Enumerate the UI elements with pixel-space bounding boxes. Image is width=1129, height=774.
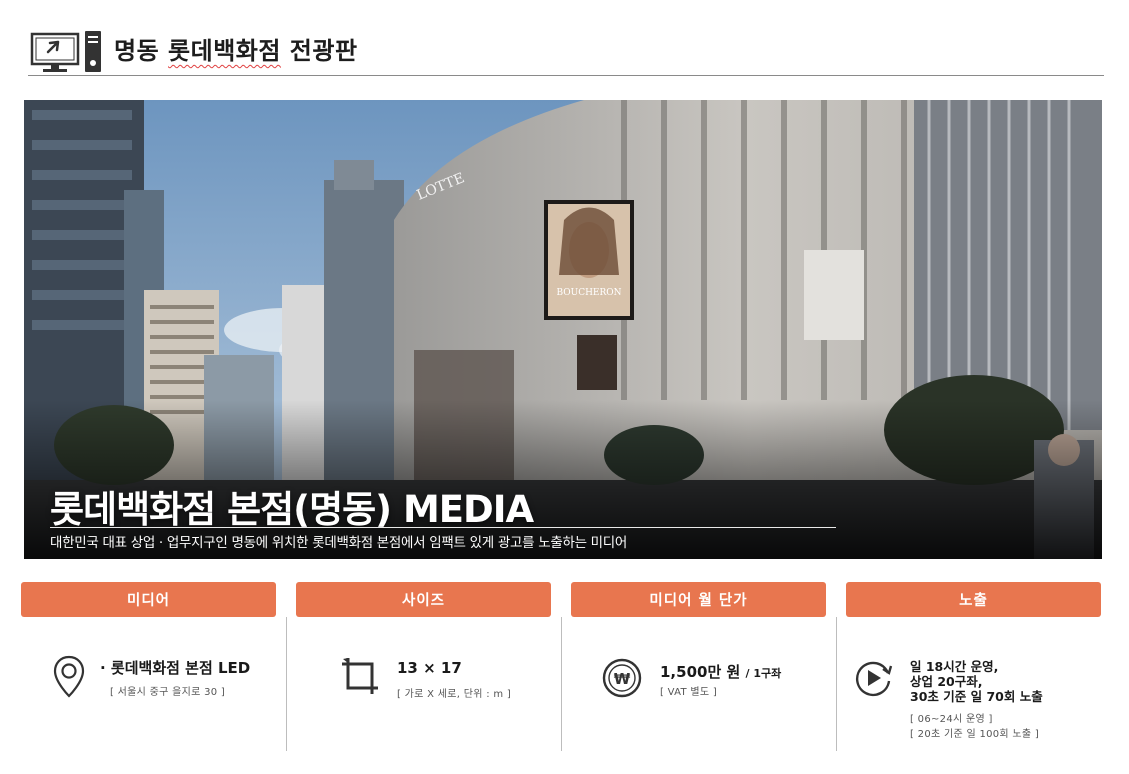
- col-size-header: 사이즈: [296, 582, 551, 617]
- exposure-notes: [ 06~24시 운영 ] [ 20초 기준 일 100회 노출 ]: [910, 712, 1039, 742]
- exposure-note-count: [ 20초 기준 일 100회 노출 ]: [910, 729, 1040, 740]
- hero-divider: [50, 527, 836, 528]
- column-divider: [561, 617, 562, 751]
- hero-title: 롯데백화점 본점(명동) MEDIA: [50, 488, 534, 531]
- price-value: 1,500만 원 / 1구좌: [660, 661, 781, 682]
- exposure-line-count: 30초 기준 일 70회 노출: [910, 689, 1043, 704]
- exposure-info: 일 18시간 운영, 상업 20구좌, 30초 기준 일 70회 노출: [910, 659, 1043, 704]
- resize-icon: [342, 658, 378, 694]
- monitor-computer-icon: [30, 31, 101, 72]
- title-word-billboard: 전광판: [289, 37, 358, 65]
- size-value: 13 × 17: [397, 659, 462, 677]
- media-address: [ 서울시 중구 을지로 30 ]: [110, 687, 226, 698]
- column-divider: [286, 617, 287, 751]
- vat-note: [ VAT 별도 ]: [660, 687, 718, 698]
- col-media-header: 미디어: [21, 582, 276, 617]
- won-coin-icon: ₩: [602, 658, 642, 698]
- title-word-lotte: 롯데백화점: [168, 37, 281, 65]
- svg-text:₩: ₩: [614, 670, 631, 688]
- play-cycle-icon: [855, 661, 893, 697]
- col-exposure: 노출: [846, 582, 1101, 617]
- col-price-header: 미디어 월 단가: [571, 582, 826, 617]
- exposure-line-slots: 상업 20구좌,: [910, 674, 983, 689]
- page-title: 명동 롯데백화점 전광판: [114, 31, 358, 66]
- size-unit-note: [ 가로 X 세로, 단위 : m ]: [397, 689, 512, 700]
- hero-subtitle: 대한민국 대표 상업 · 업무지구인 명동에 위치한 롯데백화점 본점에서 임팩…: [50, 535, 628, 551]
- brand-billboard-text: BOUCHERON: [556, 288, 621, 298]
- exposure-note-hours: [ 06~24시 운영 ]: [910, 714, 993, 725]
- hero-photo: LOTTE BOUCHERON 롯데백화점 본점(명동) MEDIA 대한민국 …: [24, 100, 1102, 559]
- col-price: 미디어 월 단가: [571, 582, 826, 617]
- col-size: 사이즈: [296, 582, 551, 617]
- column-divider: [836, 617, 837, 751]
- price-unit: / 1구좌: [745, 667, 782, 680]
- page-header: 명동 롯데백화점 전광판: [28, 22, 1104, 76]
- location-pin-icon: [53, 655, 85, 698]
- media-name: · 롯데백화점 본점 LED: [100, 659, 251, 677]
- col-exposure-header: 노출: [846, 582, 1101, 617]
- title-word-myeongdong: 명동: [114, 37, 160, 65]
- exposure-line-hours: 일 18시간 운영,: [910, 659, 999, 674]
- col-media: 미디어: [21, 582, 276, 617]
- price-amount: 1,500만 원: [660, 663, 741, 681]
